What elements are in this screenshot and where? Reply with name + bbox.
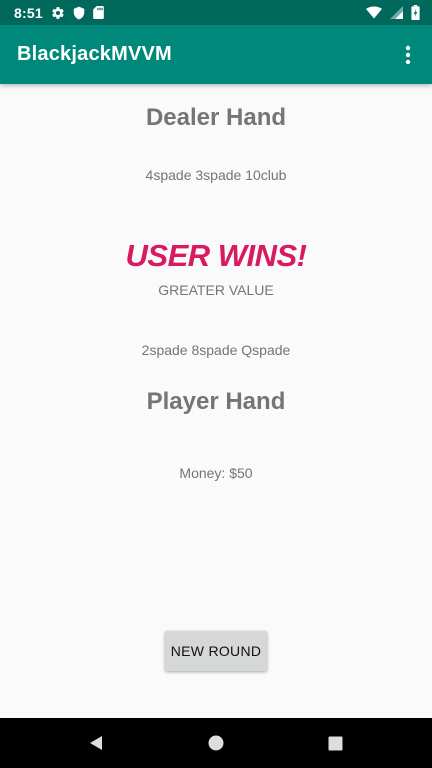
- dealer-cards: 4spade 3spade 10club: [145, 167, 287, 183]
- dealer-hand-title: Dealer Hand: [145, 104, 287, 131]
- home-icon[interactable]: [186, 718, 246, 768]
- wifi-icon: [366, 6, 382, 19]
- back-icon[interactable]: [66, 718, 126, 768]
- more-vert-icon[interactable]: [396, 43, 420, 67]
- result-headline: USER WINS!: [125, 238, 308, 273]
- gear-icon: [51, 6, 65, 20]
- game-content: Dealer Hand 4spade 3spade 10club USER WI…: [0, 84, 432, 718]
- recents-icon[interactable]: [305, 718, 365, 768]
- signal-icon: [390, 6, 403, 19]
- result-reason: GREATER VALUE: [158, 282, 274, 298]
- new-round-button[interactable]: NEW ROUND: [165, 631, 267, 671]
- app-title: BlackjackMVVM: [17, 43, 172, 65]
- status-bar-left: 8:51: [14, 5, 104, 21]
- sd-card-icon: [93, 6, 104, 19]
- money-label: Money: $50: [179, 465, 253, 481]
- app-bar: BlackjackMVVM: [0, 25, 432, 84]
- navigation-bar: [0, 718, 432, 768]
- status-bar: 8:51: [0, 0, 432, 25]
- status-bar-right: [366, 5, 420, 20]
- player-hand-title: Player Hand: [146, 388, 286, 415]
- player-cards: 2spade 8spade Qspade: [141, 342, 291, 358]
- status-time: 8:51: [14, 4, 43, 21]
- battery-icon: [411, 5, 420, 20]
- shield-icon: [73, 6, 85, 20]
